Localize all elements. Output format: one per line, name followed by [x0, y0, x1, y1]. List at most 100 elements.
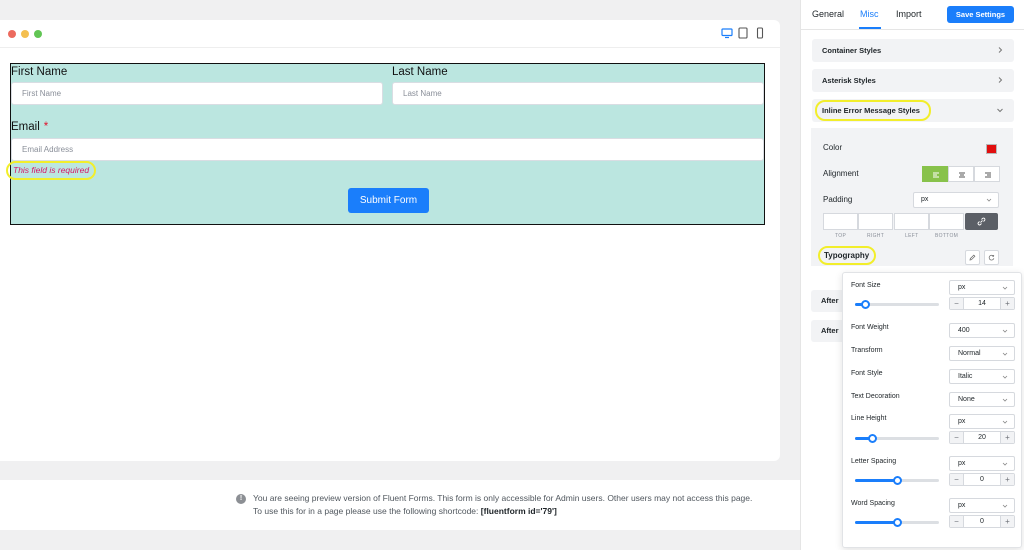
font-size-label: Font Size	[851, 282, 881, 289]
font-style-select[interactable]: Italic	[949, 369, 1015, 384]
chevron-down-icon	[986, 197, 992, 203]
edit-typography-icon[interactable]	[965, 250, 980, 265]
settings-tabs: General Misc Import Save Settings	[801, 0, 1024, 30]
tab-import[interactable]: Import	[896, 9, 922, 19]
desktop-view-icon[interactable]	[721, 27, 733, 39]
chevron-down-icon	[1002, 328, 1008, 334]
container-styles-label: Container Styles	[822, 46, 882, 55]
chevron-right-icon	[996, 46, 1004, 54]
slider-thumb[interactable]	[861, 300, 870, 309]
preview-notice-text: You are seeing preview version of Fluent…	[253, 492, 763, 518]
padding-bottom-label: BOTTOM	[935, 233, 959, 239]
tablet-view-icon[interactable]	[737, 27, 749, 39]
shortcode: [fluentform id='79']	[480, 506, 557, 516]
increment-button[interactable]: +	[1000, 516, 1014, 527]
asterisk-styles-section[interactable]: Asterisk Styles	[812, 69, 1014, 92]
padding-bottom-input[interactable]	[929, 213, 964, 230]
slider-thumb[interactable]	[893, 518, 902, 527]
last-name-label: Last Name	[392, 66, 448, 78]
preview-area: First Name First Name Last Name Last Nam…	[0, 0, 800, 550]
align-right-button[interactable]	[974, 166, 1000, 182]
word-spacing-slider[interactable]	[855, 518, 939, 527]
decrement-button[interactable]: −	[950, 474, 964, 485]
padding-unit-value: px	[921, 196, 929, 203]
submit-button[interactable]: Submit Form	[348, 188, 429, 213]
chevron-right-icon	[996, 76, 1004, 84]
line-height-value[interactable]: 20	[964, 432, 1000, 443]
info-icon: !	[236, 494, 246, 504]
chevron-down-icon	[1002, 419, 1008, 425]
increment-button[interactable]: +	[1000, 432, 1014, 443]
padding-right-input[interactable]	[858, 213, 893, 230]
chevron-down-icon	[1002, 503, 1008, 509]
padding-top-label: TOP	[835, 233, 847, 239]
align-left-button[interactable]	[922, 166, 948, 182]
window-close-dot	[8, 30, 16, 38]
form-preview: First Name First Name Last Name Last Nam…	[10, 63, 765, 225]
first-name-label: First Name	[11, 66, 68, 78]
email-input[interactable]: Email Address	[11, 138, 764, 161]
first-name-input[interactable]: First Name	[11, 82, 383, 105]
font-weight-select[interactable]: 400	[949, 323, 1015, 338]
increment-button[interactable]: +	[1000, 474, 1014, 485]
after-section-1-label: After	[821, 296, 839, 305]
padding-top-input[interactable]	[823, 213, 858, 230]
text-decoration-select[interactable]: None	[949, 392, 1015, 407]
decrement-button[interactable]: −	[950, 516, 964, 527]
font-size-unit-select[interactable]: px	[949, 280, 1015, 295]
line-height-label: Line Height	[851, 415, 887, 422]
slider-thumb[interactable]	[868, 434, 877, 443]
word-spacing-label: Word Spacing	[851, 500, 895, 507]
preview-notice: ! You are seeing preview version of Flue…	[0, 480, 800, 530]
reset-typography-icon[interactable]	[984, 250, 999, 265]
inline-error-message: This field is required	[6, 161, 97, 180]
slider-thumb[interactable]	[893, 476, 902, 485]
save-settings-button[interactable]: Save Settings	[947, 6, 1014, 23]
required-asterisk: *	[43, 121, 49, 133]
word-spacing-unit-select[interactable]: px	[949, 498, 1015, 513]
highlight-annotation	[815, 100, 931, 121]
font-size-slider[interactable]	[855, 300, 939, 309]
decrement-button[interactable]: −	[950, 432, 964, 443]
mobile-view-icon[interactable]	[754, 27, 766, 39]
tab-general[interactable]: General	[812, 9, 844, 19]
link-values-button[interactable]	[965, 213, 998, 230]
chevron-down-icon	[1002, 461, 1008, 467]
typography-label: Typography	[824, 251, 870, 260]
text-decoration-label: Text Decoration	[851, 393, 900, 400]
inline-error-options: Color Alignment Padding px TOP RIGHT LEF…	[811, 128, 1013, 266]
container-styles-section[interactable]: Container Styles	[812, 39, 1014, 62]
active-tab-indicator	[859, 27, 881, 29]
letter-spacing-value[interactable]: 0	[964, 474, 1000, 485]
increment-button[interactable]: +	[1000, 298, 1014, 309]
chevron-down-icon	[1002, 285, 1008, 291]
letter-spacing-unit-value: px	[958, 460, 966, 467]
word-spacing-value[interactable]: 0	[964, 516, 1000, 527]
tab-misc[interactable]: Misc	[860, 9, 879, 19]
letter-spacing-slider[interactable]	[855, 476, 939, 485]
line-height-unit-select[interactable]: px	[949, 414, 1015, 429]
chevron-down-icon	[1002, 374, 1008, 380]
color-label: Color	[823, 143, 843, 152]
line-height-slider[interactable]	[855, 434, 939, 443]
text-decoration-value: None	[958, 396, 975, 403]
transform-value: Normal	[958, 350, 981, 357]
line-height-unit-value: px	[958, 418, 966, 425]
padding-unit-select[interactable]: px	[913, 192, 999, 208]
font-weight-label: Font Weight	[851, 324, 889, 331]
font-weight-value: 400	[958, 327, 970, 334]
inline-error-styles-section[interactable]: Inline Error Message Styles	[812, 99, 1014, 122]
padding-left-label: LEFT	[905, 233, 919, 239]
decrement-button[interactable]: −	[950, 298, 964, 309]
letter-spacing-unit-select[interactable]: px	[949, 456, 1015, 471]
last-name-input[interactable]: Last Name	[392, 82, 764, 105]
padding-label: Padding	[823, 195, 853, 204]
typography-popover: Font Size px −14 + Font Weight 400 Transf…	[842, 272, 1022, 548]
align-center-button[interactable]	[948, 166, 974, 182]
transform-select[interactable]: Normal	[949, 346, 1015, 361]
padding-left-input[interactable]	[894, 213, 929, 230]
font-size-stepper: −14 +	[949, 297, 1015, 310]
color-picker[interactable]	[986, 144, 997, 154]
alignment-label: Alignment	[823, 169, 859, 178]
font-size-value[interactable]: 14	[964, 298, 1000, 309]
